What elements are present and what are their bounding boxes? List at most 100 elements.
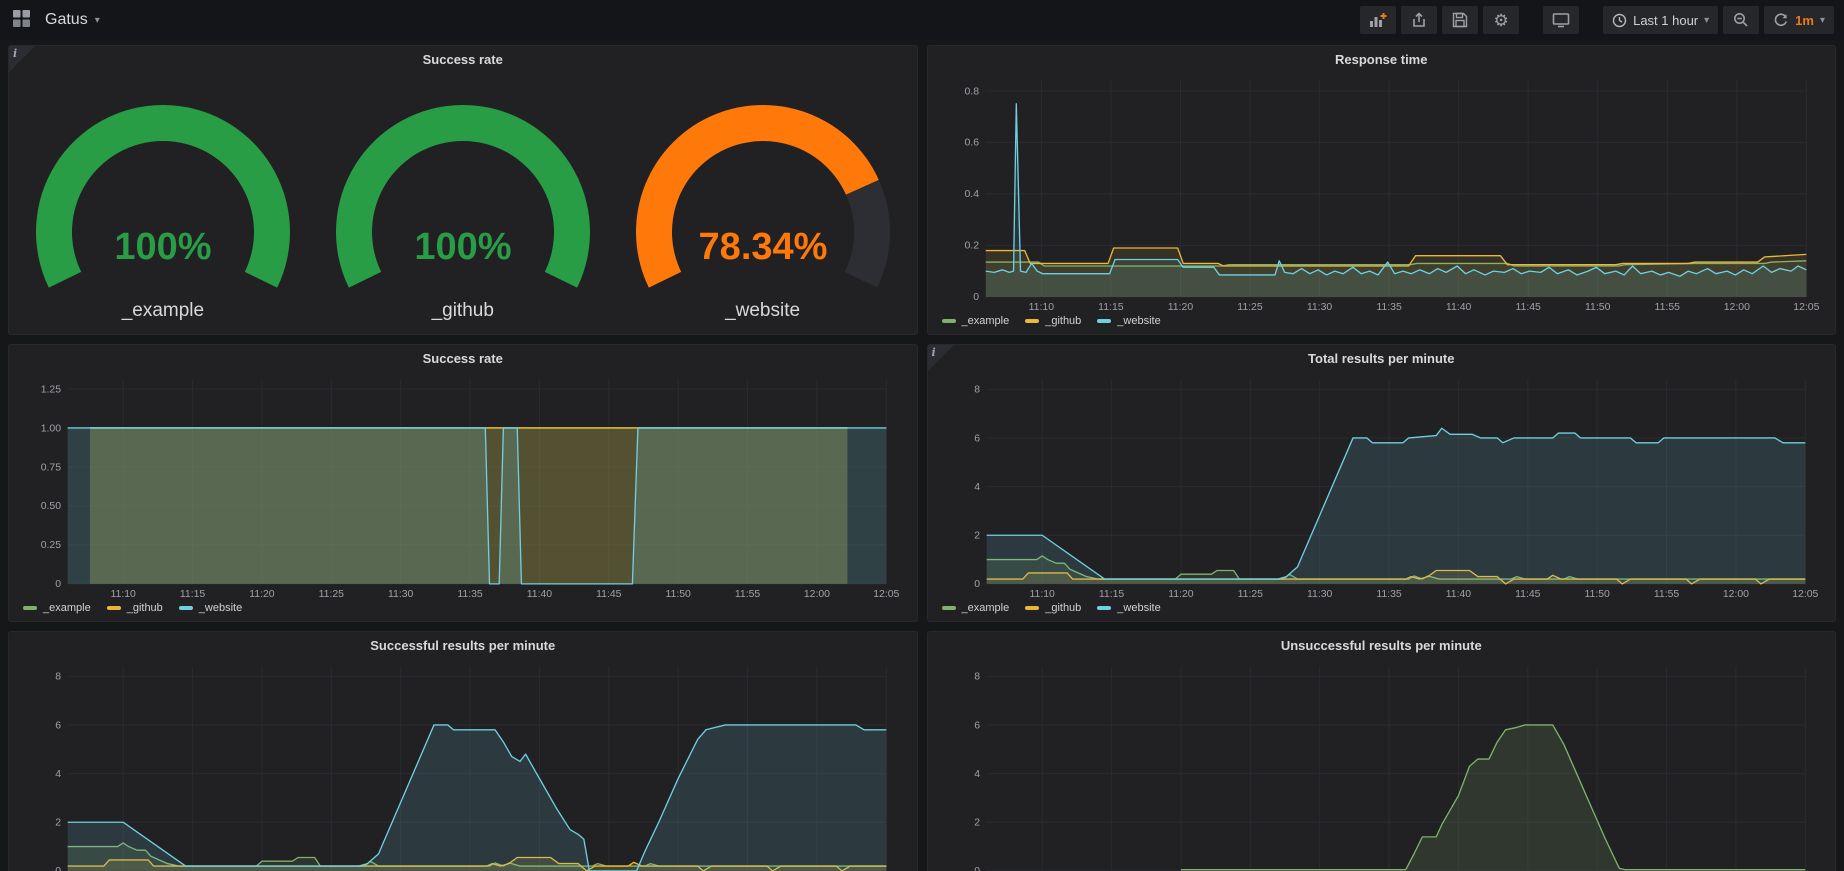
chevron-down-icon: ▾ xyxy=(1704,15,1709,26)
add-panel-button[interactable] xyxy=(1360,6,1396,34)
panel-title: Successful results per minute xyxy=(370,638,555,653)
response-time-chart: 00.20.40.60.811:1011:1511:2011:2511:3011… xyxy=(928,73,1836,314)
svg-text:2: 2 xyxy=(55,818,61,829)
svg-text:11:10: 11:10 xyxy=(1028,302,1054,313)
successful-results-chart: 0246811:1011:1511:2011:2511:3011:3511:40… xyxy=(9,659,917,871)
panel-title: Unsuccessful results per minute xyxy=(1281,638,1482,653)
legend-item-_website[interactable]: _website xyxy=(1097,602,1160,614)
legend-item-_example[interactable]: _example xyxy=(942,602,1010,614)
legend-series-name: _example xyxy=(43,602,91,614)
save-icon xyxy=(1452,12,1468,28)
legend-swatch-icon xyxy=(1097,606,1111,610)
dashboard-title-dropdown[interactable]: Gatus ▾ xyxy=(45,11,100,29)
svg-text:8: 8 xyxy=(974,672,980,683)
panel-unsuccessful-results: Unsuccessful results per minute 0246811:… xyxy=(927,631,1837,871)
info-icon: i xyxy=(13,47,17,60)
legend-item-_example[interactable]: _example xyxy=(23,602,91,614)
tv-mode-button[interactable] xyxy=(1543,6,1579,34)
panel-header[interactable]: Successful results per minute xyxy=(9,632,917,659)
panel-successful-results: Successful results per minute 0246811:10… xyxy=(8,631,918,871)
svg-text:0.4: 0.4 xyxy=(964,189,979,200)
svg-text:6: 6 xyxy=(974,433,980,444)
panel-info-corner[interactable]: i xyxy=(9,46,35,72)
legend-item-_github[interactable]: _github xyxy=(1025,315,1081,327)
svg-text:12:05: 12:05 xyxy=(1793,302,1819,313)
legend-series-name: _website xyxy=(1117,602,1160,614)
gauge-label: _website xyxy=(725,300,800,322)
svg-text:11:15: 11:15 xyxy=(1098,589,1124,600)
svg-text:11:55: 11:55 xyxy=(1654,302,1680,313)
gauge-website: 78.34% _website xyxy=(617,86,909,322)
legend-item-_github[interactable]: _github xyxy=(1025,602,1081,614)
legend: _example _github _website xyxy=(9,601,917,621)
zoom-out-icon xyxy=(1733,12,1749,28)
svg-text:11:25: 11:25 xyxy=(1237,589,1263,600)
panel-success-rate-timeseries: Success rate 00.250.500.751.001.2511:101… xyxy=(8,344,918,622)
legend-item-_website[interactable]: _website xyxy=(179,602,242,614)
svg-text:0.6: 0.6 xyxy=(964,138,979,149)
svg-text:2: 2 xyxy=(974,818,980,829)
legend-item-_website[interactable]: _website xyxy=(1097,315,1160,327)
time-range-picker[interactable]: Last 1 hour ▾ xyxy=(1603,6,1718,34)
share-button[interactable] xyxy=(1401,6,1437,34)
share-icon xyxy=(1411,12,1427,28)
zoom-out-button[interactable] xyxy=(1723,6,1759,34)
save-button[interactable] xyxy=(1442,6,1478,34)
svg-text:0.75: 0.75 xyxy=(41,462,62,473)
svg-text:11:30: 11:30 xyxy=(1306,302,1332,313)
svg-text:11:25: 11:25 xyxy=(319,589,345,600)
svg-text:78.34%: 78.34% xyxy=(698,226,827,268)
panel-header[interactable]: Total results per minute xyxy=(928,345,1836,372)
settings-button[interactable]: ⚙ xyxy=(1483,6,1519,34)
legend-swatch-icon xyxy=(107,606,121,610)
svg-text:1.00: 1.00 xyxy=(41,423,62,434)
panel-header[interactable]: Unsuccessful results per minute xyxy=(928,632,1836,659)
tv-monitor-icon xyxy=(1552,12,1570,28)
svg-text:0: 0 xyxy=(973,292,979,303)
response-time-chart-area[interactable]: 00.20.40.60.811:1011:1511:2011:2511:3011… xyxy=(928,73,1836,314)
legend-swatch-icon xyxy=(179,606,193,610)
time-range-label: Last 1 hour xyxy=(1633,13,1698,28)
panel-response-time: Response time 00.20.40.60.811:1011:1511:… xyxy=(927,45,1837,335)
gauge-row: 100% _example 100% _github 78.34% _websi… xyxy=(9,73,917,334)
panel-header[interactable]: Response time xyxy=(928,46,1836,73)
chevron-down-icon: ▾ xyxy=(95,15,100,26)
unsuccessful-results-chart-area[interactable]: 0246811:1011:1511:2011:2511:3011:3511:40… xyxy=(928,659,1836,871)
panel-header[interactable]: Success rate xyxy=(9,345,917,372)
svg-text:100%: 100% xyxy=(114,226,211,268)
legend-item-_github[interactable]: _github xyxy=(107,602,163,614)
svg-text:2: 2 xyxy=(974,531,980,542)
svg-text:4: 4 xyxy=(55,769,61,780)
svg-text:0: 0 xyxy=(55,579,61,590)
total-results-chart-area[interactable]: 0246811:1011:1511:2011:2511:3011:3511:40… xyxy=(928,372,1836,601)
panel-info-corner[interactable]: i xyxy=(928,345,954,371)
dashboard-title: Gatus xyxy=(45,11,88,29)
successful-results-chart-area[interactable]: 0246811:1011:1511:2011:2511:3011:3511:40… xyxy=(9,659,917,871)
svg-text:11:35: 11:35 xyxy=(457,589,483,600)
svg-text:12:00: 12:00 xyxy=(1723,302,1749,313)
panel-title: Success rate xyxy=(423,351,503,366)
svg-text:11:15: 11:15 xyxy=(1098,302,1124,313)
success-rate-chart-area[interactable]: 00.250.500.751.001.2511:1011:1511:2011:2… xyxy=(9,372,917,601)
svg-text:11:45: 11:45 xyxy=(1515,589,1541,600)
legend-swatch-icon xyxy=(23,606,37,610)
grafana-menu-button[interactable] xyxy=(10,7,33,33)
clock-icon xyxy=(1612,13,1627,28)
legend: _example _github _website xyxy=(928,314,1836,334)
panel-title: Response time xyxy=(1335,52,1427,67)
navbar: Gatus ▾ xyxy=(0,0,1844,40)
gear-icon: ⚙ xyxy=(1493,12,1508,29)
svg-text:1.25: 1.25 xyxy=(41,384,62,395)
svg-text:0.50: 0.50 xyxy=(41,501,62,512)
svg-text:11:50: 11:50 xyxy=(1585,302,1611,313)
svg-text:0: 0 xyxy=(974,579,980,590)
panel-header[interactable]: Success rate xyxy=(9,46,917,73)
success-rate-chart: 00.250.500.751.001.2511:1011:1511:2011:2… xyxy=(9,372,917,601)
svg-text:100%: 100% xyxy=(414,226,511,268)
legend-item-_example[interactable]: _example xyxy=(942,315,1010,327)
refresh-picker[interactable]: 1m ▾ xyxy=(1764,6,1834,34)
gauge-label: _github xyxy=(432,300,494,322)
svg-text:11:55: 11:55 xyxy=(735,589,761,600)
svg-text:11:10: 11:10 xyxy=(1029,589,1055,600)
total-results-chart: 0246811:1011:1511:2011:2511:3011:3511:40… xyxy=(928,372,1836,601)
